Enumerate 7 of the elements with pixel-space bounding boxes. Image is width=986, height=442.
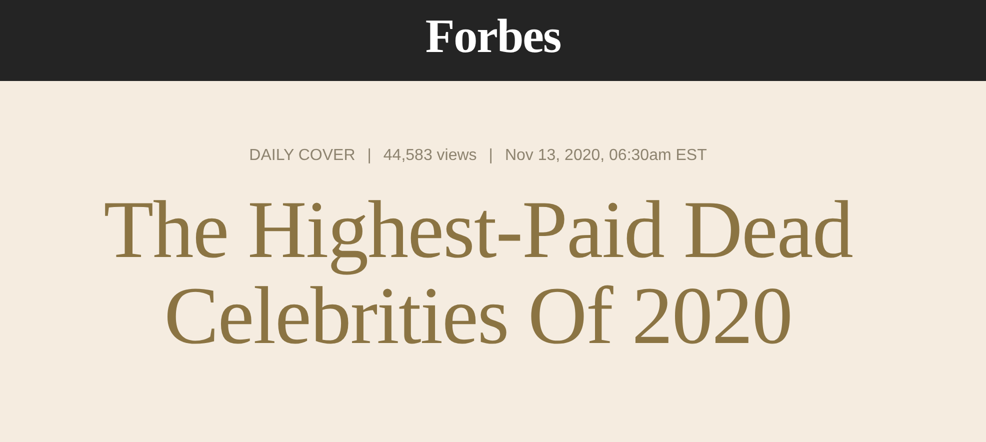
- site-logo[interactable]: Forbes: [425, 9, 561, 64]
- meta-separator: |: [488, 147, 493, 165]
- meta-text: Nov 13, 2020, 06:30am EST: [504, 147, 707, 165]
- meta-separator: |: [367, 147, 372, 165]
- meta-text: DAILY COVER: [249, 147, 356, 165]
- article-headline: The Highest-Paid Dead Celebrities Of 2020: [102, 187, 854, 359]
- meta-text: 44,583 views: [383, 147, 477, 165]
